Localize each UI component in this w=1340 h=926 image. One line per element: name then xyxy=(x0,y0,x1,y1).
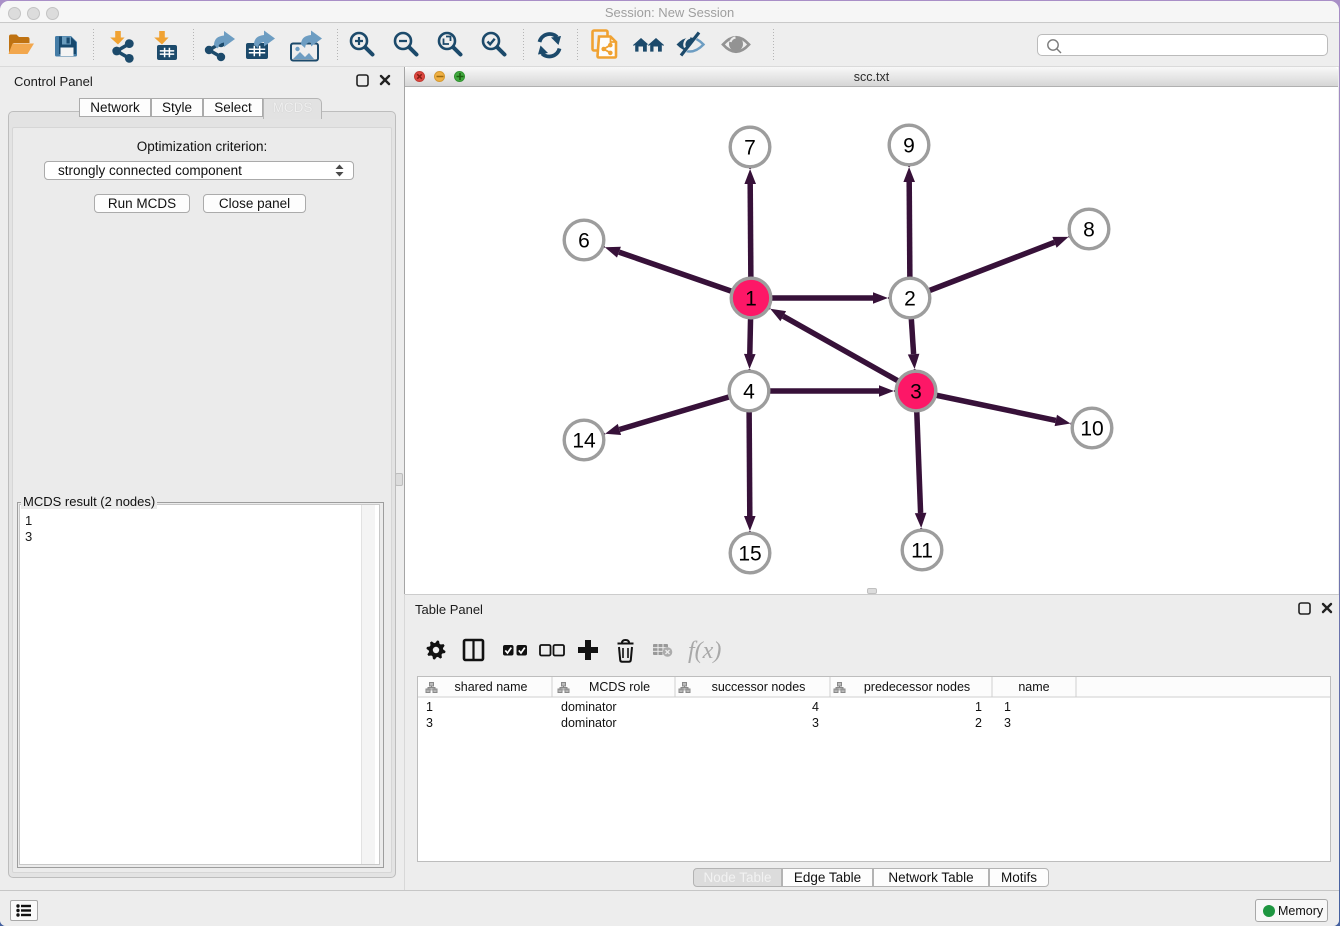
svg-text:3: 3 xyxy=(812,716,819,730)
svg-text:6: 6 xyxy=(578,230,590,253)
svg-text:15: 15 xyxy=(738,543,761,566)
svg-text:11: 11 xyxy=(911,540,933,563)
svg-text:2: 2 xyxy=(904,288,916,311)
svg-text:2: 2 xyxy=(975,716,982,730)
svg-text:MCDS role: MCDS role xyxy=(589,680,650,694)
svg-text:1: 1 xyxy=(745,288,757,311)
svg-text:4: 4 xyxy=(812,700,819,714)
svg-text:14: 14 xyxy=(572,430,596,453)
svg-text:shared name: shared name xyxy=(455,680,528,694)
svg-text:3: 3 xyxy=(426,716,433,730)
svg-text:1: 1 xyxy=(1004,700,1011,714)
svg-text:10: 10 xyxy=(1080,418,1103,441)
svg-text:9: 9 xyxy=(903,135,915,158)
svg-text:dominator: dominator xyxy=(561,716,617,730)
svg-text:dominator: dominator xyxy=(561,700,617,714)
svg-text:name: name xyxy=(1018,680,1049,694)
svg-text:8: 8 xyxy=(1083,219,1095,242)
svg-text:predecessor nodes: predecessor nodes xyxy=(864,680,970,694)
svg-text:f(x): f(x) xyxy=(688,638,721,664)
svg-text:1: 1 xyxy=(975,700,982,714)
svg-text:1: 1 xyxy=(426,700,433,714)
svg-text:successor nodes: successor nodes xyxy=(712,680,806,694)
svg-text:4: 4 xyxy=(743,381,755,404)
svg-text:3: 3 xyxy=(1004,716,1011,730)
svg-text:3: 3 xyxy=(910,381,922,404)
svg-text:7: 7 xyxy=(744,137,756,160)
